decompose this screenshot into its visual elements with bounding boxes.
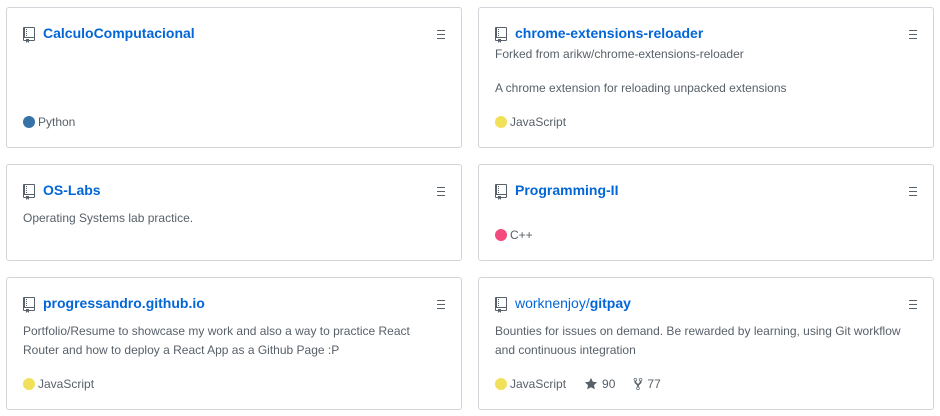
repo-card: OS-Labs Operating Systems lab practice. <box>6 164 462 261</box>
repo-icon <box>23 27 35 43</box>
language-label: C++ <box>510 228 533 242</box>
repo-title-link[interactable]: progressandro.github.io <box>43 295 205 311</box>
repo-icon <box>495 27 507 43</box>
repo-title-link[interactable]: CalculoComputacional <box>43 25 195 41</box>
forks-link[interactable]: 77 <box>633 377 661 391</box>
repo-card: CalculoComputacional Python <box>6 7 462 148</box>
repo-description: Bounties for issues on demand. Be reward… <box>495 322 915 360</box>
repo-description-line: and continuous integration <box>495 343 636 357</box>
stars-link[interactable]: 90 <box>584 377 615 391</box>
language-color-dot <box>23 378 35 390</box>
fork-icon <box>634 377 643 391</box>
grabber-icon[interactable] <box>909 300 917 309</box>
repo-description: A chrome extension for reloading unpacke… <box>495 81 787 95</box>
repo-language: C++ <box>495 228 533 242</box>
language-label: Python <box>38 115 76 129</box>
grabber-icon[interactable] <box>437 300 445 309</box>
repo-title-link[interactable]: chrome-extensions-reloader <box>515 25 703 41</box>
repo-icon <box>23 297 35 313</box>
language-label: JavaScript <box>510 377 567 391</box>
repo-card: progressandro.github.io Portfolio/Resume… <box>6 277 462 410</box>
language-color-dot <box>495 229 507 241</box>
language-color-dot <box>495 378 507 390</box>
repo-icon <box>495 297 507 313</box>
forked-from-text: Forked from arikw/chrome-extensions-relo… <box>495 47 744 61</box>
repo-name: gitpay <box>589 295 631 311</box>
language-color-dot <box>23 116 35 128</box>
repo-description-line: Router and how to deploy a React App as … <box>23 343 340 357</box>
repo-language: JavaScript <box>23 377 94 391</box>
language-label: JavaScript <box>510 115 567 129</box>
language-color-dot <box>495 116 507 128</box>
repo-title-link[interactable]: OS-Labs <box>43 182 101 198</box>
repo-description: Operating Systems lab practice. <box>23 211 194 225</box>
stars-count: 90 <box>602 377 616 391</box>
repo-card: chrome-extensions-reloader Forked from a… <box>478 7 934 148</box>
grabber-icon[interactable] <box>437 187 445 196</box>
repo-description-line: Bounties for issues on demand. Be reward… <box>495 324 901 338</box>
repo-card: worknenjoy/gitpay Bounties for issues on… <box>478 277 934 410</box>
grabber-icon[interactable] <box>909 187 917 196</box>
repo-description: Portfolio/Resume to showcase my work and… <box>23 322 443 360</box>
repo-owner: worknenjoy/ <box>515 295 590 311</box>
repo-description-line: Portfolio/Resume to showcase my work and… <box>23 324 410 338</box>
language-label: JavaScript <box>38 377 95 391</box>
repo-meta-row: JavaScript 90 77 <box>495 377 661 391</box>
repo-title-link[interactable]: Programming-II <box>515 182 618 198</box>
grabber-icon[interactable] <box>437 30 445 39</box>
repo-title-link[interactable]: worknenjoy/gitpay <box>515 295 631 311</box>
repo-card: Programming-II C++ <box>478 164 934 261</box>
repo-icon <box>495 184 507 200</box>
repo-language: Python <box>23 115 75 129</box>
grabber-icon[interactable] <box>909 30 917 39</box>
forks-count: 77 <box>647 377 661 391</box>
repo-icon <box>23 184 35 200</box>
repo-language: JavaScript <box>495 115 566 129</box>
star-icon <box>584 377 598 390</box>
